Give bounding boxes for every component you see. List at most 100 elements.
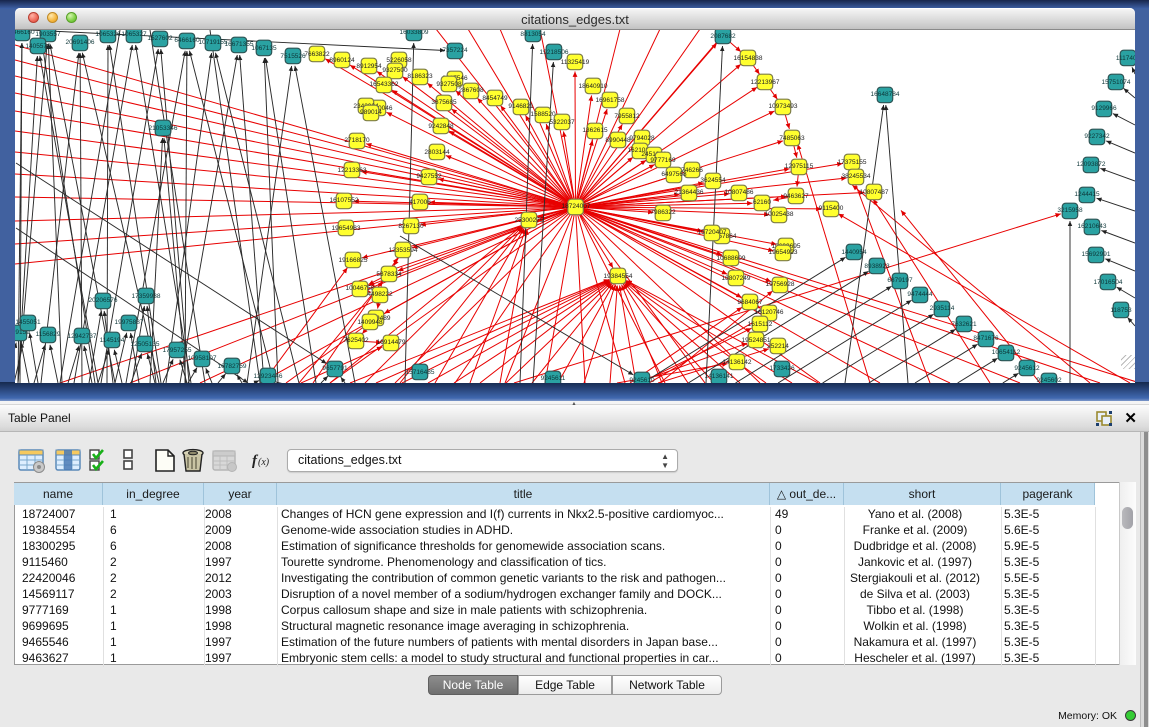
svg-text:2087682: 2087682 <box>710 33 736 40</box>
svg-text:12975115: 12975115 <box>785 163 814 170</box>
svg-text:7485063: 7485063 <box>779 135 805 142</box>
svg-text:8471676: 8471676 <box>973 335 999 342</box>
svg-text:118753: 118753 <box>1110 307 1132 314</box>
svg-text:252214: 252214 <box>767 343 789 350</box>
svg-text:16671355: 16671355 <box>225 41 254 48</box>
svg-text:9327500: 9327500 <box>382 67 408 74</box>
svg-text:17375155: 17375155 <box>838 159 867 166</box>
svg-text:16033809: 16033809 <box>400 30 429 36</box>
svg-text:12505135: 12505135 <box>131 341 160 348</box>
svg-text:14136141: 14136141 <box>705 373 734 380</box>
svg-text:19166825: 19166825 <box>339 257 368 264</box>
svg-text:9794028: 9794028 <box>629 135 655 142</box>
svg-text:1527602: 1527602 <box>147 35 173 42</box>
svg-text:2803144: 2803144 <box>424 149 450 156</box>
svg-text:8267130: 8267130 <box>398 223 424 230</box>
svg-text:1455051: 1455051 <box>15 319 41 326</box>
svg-text:16961758: 16961758 <box>596 97 625 104</box>
svg-text:1156829: 1156829 <box>36 331 61 338</box>
svg-text:16782759: 16782759 <box>218 363 247 370</box>
svg-text:8990448: 8990448 <box>605 137 631 144</box>
svg-text:19384554: 19384554 <box>604 273 633 280</box>
svg-text:7663822: 7663822 <box>304 51 330 58</box>
svg-text:38245534: 38245534 <box>842 173 871 180</box>
svg-text:5878334: 5878334 <box>376 271 402 278</box>
svg-text:17359938: 17359938 <box>132 293 161 300</box>
svg-text:62160: 62160 <box>753 199 771 206</box>
svg-text:8186323: 8186323 <box>407 73 433 80</box>
svg-text:15716485: 15716485 <box>406 369 435 376</box>
svg-text:12942737: 12942737 <box>68 333 97 340</box>
svg-text:989014: 989014 <box>360 109 382 116</box>
svg-text:14136142: 14136142 <box>723 359 752 366</box>
svg-text:18640910: 18640910 <box>579 83 608 90</box>
svg-text:10025438: 10025438 <box>765 211 794 218</box>
svg-text:12213363: 12213363 <box>338 167 367 174</box>
svg-text:9245612: 9245612 <box>1014 365 1040 372</box>
svg-text:16914479: 16914479 <box>377 339 406 346</box>
svg-text:12353594: 12353594 <box>389 247 418 254</box>
svg-text:7632621: 7632621 <box>951 321 977 328</box>
svg-text:12093872: 12093872 <box>1077 161 1106 168</box>
svg-text:2718170: 2718170 <box>344 137 370 144</box>
svg-text:11325419: 11325419 <box>561 59 590 66</box>
svg-text:9129966: 9129966 <box>1091 105 1117 112</box>
svg-text:1733426: 1733426 <box>769 365 795 372</box>
svg-text:9146821: 9146821 <box>508 103 534 110</box>
svg-text:15692991: 15692991 <box>1082 251 1111 258</box>
svg-text:9245610: 9245610 <box>629 377 655 383</box>
svg-text:19218506: 19218506 <box>540 49 569 56</box>
svg-text:16210643: 16210643 <box>1078 223 1107 230</box>
svg-text:10958107: 10958107 <box>188 355 217 362</box>
svg-text:20691406: 20691406 <box>66 39 95 46</box>
svg-text:9427552: 9427552 <box>416 173 442 180</box>
svg-text:8938923: 8938923 <box>864 263 890 270</box>
svg-text:1409948: 1409948 <box>357 319 383 326</box>
svg-text:15751074: 15751074 <box>1102 79 1131 86</box>
svg-text:9227342: 9227342 <box>1084 133 1110 140</box>
svg-text:1588520: 1588520 <box>530 111 556 118</box>
svg-text:8813054: 8813054 <box>520 31 546 38</box>
svg-text:17016504: 17016504 <box>1094 279 1123 286</box>
svg-text:9242848: 9242848 <box>428 123 454 130</box>
svg-text:7955812: 7955812 <box>614 113 640 120</box>
svg-text:12923446: 12923446 <box>254 373 283 380</box>
svg-text:9657791: 9657791 <box>322 365 348 372</box>
svg-text:9245611: 9245611 <box>541 375 566 382</box>
svg-text:16154838: 16154838 <box>734 55 763 62</box>
svg-text:1145194: 1145194 <box>100 337 125 344</box>
svg-text:6497568: 6497568 <box>661 171 687 178</box>
svg-text:9245602: 9245602 <box>1036 377 1062 383</box>
svg-text:1440954: 1440954 <box>841 249 867 256</box>
svg-text:8912954: 8912954 <box>356 63 382 70</box>
svg-text:8960124: 8960124 <box>329 57 355 64</box>
svg-text:2867608: 2867608 <box>458 87 484 94</box>
svg-text:10719155: 10719155 <box>199 39 228 46</box>
svg-text:18807249: 18807249 <box>722 275 751 282</box>
svg-text:16107552: 16107552 <box>330 197 359 204</box>
svg-text:(x): (x) <box>258 457 270 468</box>
svg-text:10688609: 10688609 <box>717 255 746 262</box>
svg-text:10807487: 10807487 <box>860 189 889 196</box>
svg-text:7625402: 7625402 <box>343 337 369 344</box>
svg-text:1244415: 1244415 <box>1074 191 1100 198</box>
svg-text:1065326: 1065326 <box>95 31 121 38</box>
svg-text:9463627: 9463627 <box>783 193 809 200</box>
svg-text:3875685: 3875685 <box>431 99 457 106</box>
svg-text:19756928: 19756928 <box>766 281 795 288</box>
svg-text:9684067: 9684067 <box>737 299 763 306</box>
svg-text:7986322: 7986322 <box>650 209 676 216</box>
svg-text:12213967: 12213967 <box>751 79 780 86</box>
svg-text:6879197: 6879197 <box>887 277 913 284</box>
svg-text:17957255: 17957255 <box>163 347 192 354</box>
svg-text:1065327: 1065327 <box>121 31 147 38</box>
svg-text:3624554: 3624554 <box>700 177 726 184</box>
svg-text:15720407: 15720407 <box>698 229 727 236</box>
svg-text:10807486: 10807486 <box>725 189 754 196</box>
svg-text:19975887: 19975887 <box>115 319 144 326</box>
svg-text:6466160: 6466160 <box>174 37 200 44</box>
svg-text:21053346: 21053346 <box>149 125 178 132</box>
svg-text:16543362: 16543362 <box>370 81 399 88</box>
svg-text:19654983: 19654983 <box>332 225 361 232</box>
svg-text:3215958: 3215958 <box>1057 207 1083 214</box>
